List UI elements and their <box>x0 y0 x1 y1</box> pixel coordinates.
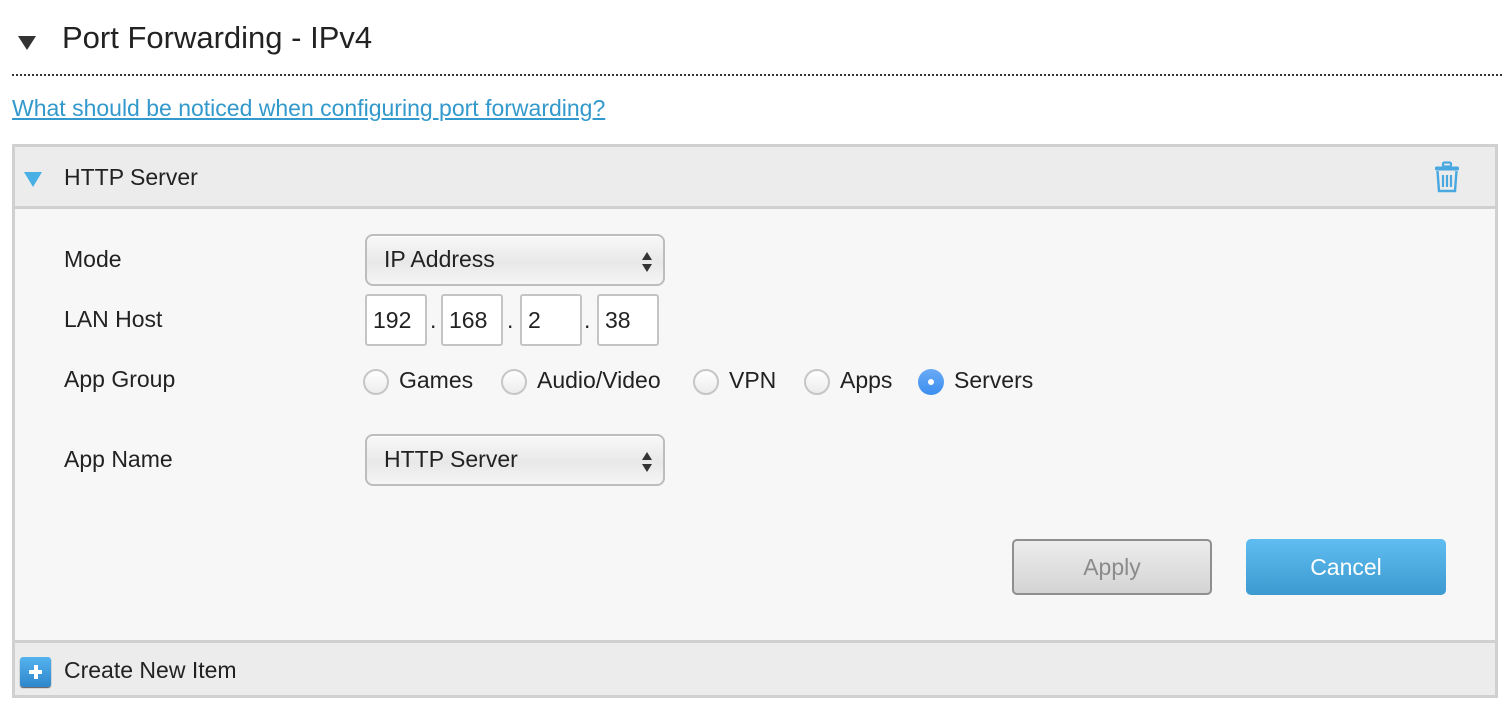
item-title: HTTP Server <box>64 164 198 190</box>
ip-separator: . <box>584 307 591 333</box>
triangle-down-icon[interactable] <box>24 172 42 187</box>
lan-host-octet-1[interactable] <box>365 294 427 346</box>
app-group-label: App Group <box>64 366 176 392</box>
create-new-item-label[interactable]: Create New Item <box>64 657 237 684</box>
section-header: Port Forwarding - IPv4 <box>12 18 1502 76</box>
radio-label-apps[interactable]: Apps <box>840 367 892 394</box>
cancel-button[interactable]: Cancel <box>1246 539 1446 595</box>
lan-host-octet-2[interactable] <box>441 294 503 346</box>
select-arrows-icon <box>642 452 652 472</box>
mode-select-value: IP Address <box>384 246 495 272</box>
radio-apps[interactable] <box>804 369 830 395</box>
radio-audio-video[interactable] <box>501 369 527 395</box>
radio-label-audio-video[interactable]: Audio/Video <box>537 367 661 394</box>
lan-host-label: LAN Host <box>64 306 163 332</box>
mode-select[interactable]: IP Address <box>365 234 665 286</box>
app-name-select[interactable]: HTTP Server <box>365 434 665 486</box>
plus-icon[interactable] <box>20 657 51 687</box>
help-link[interactable]: What should be noticed when configuring … <box>12 95 605 122</box>
ip-separator: . <box>430 307 437 333</box>
radio-label-servers[interactable]: Servers <box>954 367 1033 394</box>
app-name-label: App Name <box>64 446 173 472</box>
apply-button[interactable]: Apply <box>1012 539 1212 595</box>
radio-vpn[interactable] <box>693 369 719 395</box>
item-header[interactable]: HTTP Server <box>15 147 1495 209</box>
radio-label-games[interactable]: Games <box>399 367 473 394</box>
app-name-select-value: HTTP Server <box>384 446 518 472</box>
mode-label: Mode <box>64 246 122 272</box>
radio-games[interactable] <box>363 369 389 395</box>
section-title: Port Forwarding - IPv4 <box>62 20 373 55</box>
radio-servers[interactable] <box>918 369 944 395</box>
lan-host-octet-4[interactable] <box>597 294 659 346</box>
lan-host-octet-3[interactable] <box>520 294 582 346</box>
create-new-item-row[interactable]: Create New Item <box>15 640 1495 695</box>
select-arrows-icon <box>642 252 652 272</box>
ip-separator: . <box>507 307 514 333</box>
port-forwarding-panel: HTTP Server Mode IP Address LAN Host . .… <box>12 144 1498 698</box>
triangle-down-icon[interactable] <box>18 36 36 50</box>
radio-label-vpn[interactable]: VPN <box>729 367 776 394</box>
trash-icon[interactable] <box>1433 161 1461 193</box>
